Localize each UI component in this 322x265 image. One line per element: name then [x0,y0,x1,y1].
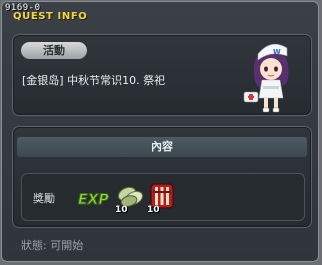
reward-count: 10 [147,205,160,215]
reward-label: 獎勵 [33,192,55,205]
svg-text:EXP: EXP [78,192,109,207]
reward-item-songpyeon[interactable]: 10 [115,181,145,215]
quest-status: 狀態: 可開始 [21,239,84,252]
reward-item-red[interactable]: 10 [147,181,177,215]
quest-info-window: 9169-0 QUEST INFO 活動 [金银岛] 中秋节常识10. 祭祀 W [1,1,319,262]
exp-icon: EXP [78,192,110,208]
category-tag: 活動 [21,42,87,59]
npc-nurse-icon: W [243,43,289,113]
reward-box: 獎勵 EXP 10 10 [21,173,305,221]
reward-count: 10 [115,205,128,215]
quest-name: [金银岛] 中秋节常识10. 祭祀 [22,74,166,87]
quest-summary-panel: 活動 [金银岛] 中秋节常识10. 祭祀 W [12,34,312,116]
content-header: 內容 [17,137,307,157]
svg-text:W: W [273,48,281,56]
quest-content-panel: 內容 獎勵 EXP 10 10 [12,126,312,228]
window-title: QUEST INFO [13,11,88,22]
